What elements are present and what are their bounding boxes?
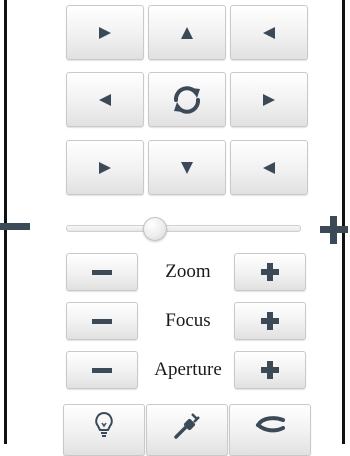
triangle-up-icon xyxy=(181,26,193,39)
focus-far-button[interactable] xyxy=(234,302,306,340)
focus-label: Focus xyxy=(165,310,211,331)
triangle-right-icon xyxy=(99,26,111,39)
pan-right-button[interactable] xyxy=(230,72,308,127)
triangle-left-icon xyxy=(263,161,275,174)
plus-icon xyxy=(261,263,279,281)
triangle-down-icon xyxy=(181,161,193,174)
pan-down-right-button[interactable] xyxy=(230,140,308,195)
plus-icon xyxy=(261,312,279,330)
pan-up-left-button[interactable] xyxy=(66,5,144,60)
auto-rotate-button[interactable] xyxy=(148,72,226,127)
link-icon xyxy=(256,416,285,433)
speed-increase-icon[interactable] xyxy=(320,216,348,244)
aperture-label: Aperture xyxy=(154,359,222,380)
pan-up-right-button[interactable] xyxy=(230,5,308,60)
aperture-open-button[interactable] xyxy=(234,351,306,389)
minus-icon xyxy=(92,318,112,324)
pan-down-button[interactable] xyxy=(148,140,226,195)
speed-decrease-icon[interactable] xyxy=(0,223,30,230)
wiper-button[interactable] xyxy=(146,404,228,456)
minus-icon xyxy=(92,367,112,373)
panel-left-border xyxy=(4,0,7,444)
minus-icon xyxy=(92,269,112,275)
light-button[interactable] xyxy=(63,404,145,456)
refresh-icon xyxy=(174,85,200,114)
plus-icon xyxy=(261,361,279,379)
triangle-left-icon xyxy=(99,93,111,106)
triangle-right-icon xyxy=(263,93,275,106)
triangle-right-icon xyxy=(99,161,111,174)
zoom-label: Zoom xyxy=(165,261,211,282)
lightbulb-icon xyxy=(95,411,113,437)
zoom-in-button[interactable] xyxy=(234,253,306,291)
speed-slider-thumb[interactable] xyxy=(143,217,168,241)
zoom-out-button[interactable] xyxy=(66,253,138,291)
wiper-icon xyxy=(174,413,200,439)
focus-near-button[interactable] xyxy=(66,302,138,340)
aperture-close-button[interactable] xyxy=(66,351,138,389)
speed-slider-track[interactable] xyxy=(66,225,301,232)
triangle-left-icon xyxy=(263,26,275,39)
pan-down-left-button[interactable] xyxy=(66,140,144,195)
pan-up-button[interactable] xyxy=(148,5,226,60)
link-button[interactable] xyxy=(229,404,311,456)
pan-left-button[interactable] xyxy=(66,72,144,127)
